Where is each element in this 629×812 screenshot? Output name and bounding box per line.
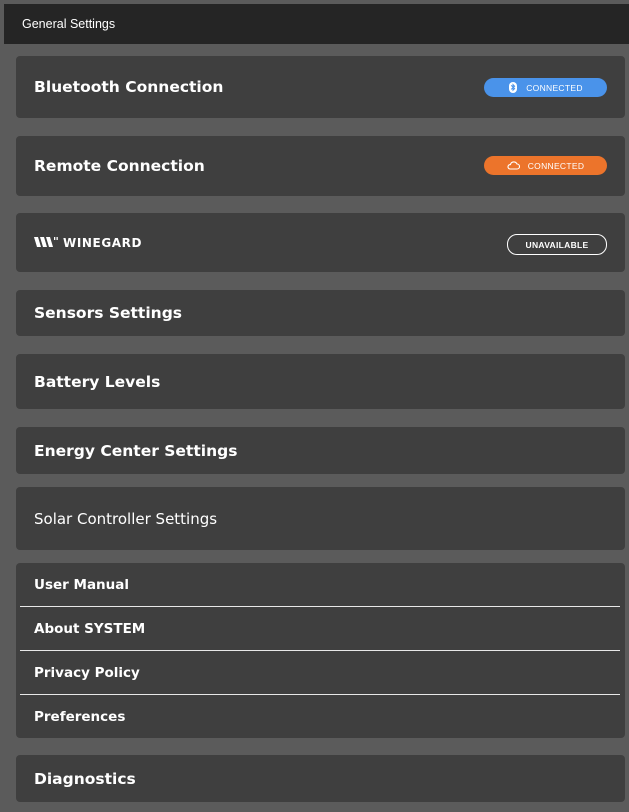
menu-item-preferences[interactable]: Preferences xyxy=(16,695,625,739)
remote-status-text: CONNECTED xyxy=(527,160,585,171)
top-bar: General Settings xyxy=(4,4,629,44)
solar-controller-settings-card[interactable]: Solar Controller Settings xyxy=(16,487,625,550)
info-menu-group: User Manual About SYSTEM Privacy Policy … xyxy=(16,563,625,738)
energy-center-settings-label: Energy Center Settings xyxy=(34,441,238,460)
menu-item-label: Preferences xyxy=(34,709,126,725)
battery-levels-card[interactable]: Battery Levels xyxy=(16,354,625,409)
sensors-settings-label: Sensors Settings xyxy=(34,304,183,322)
bluetooth-connection-label: Bluetooth Connection xyxy=(34,78,224,96)
remote-connection-card[interactable]: Remote Connection CONNECTED xyxy=(16,136,625,196)
menu-item-about-system[interactable]: About SYSTEM xyxy=(16,607,625,651)
remote-connection-label: Remote Connection xyxy=(34,157,205,175)
menu-item-label: Privacy Policy xyxy=(34,665,140,681)
bluetooth-status-text: CONNECTED xyxy=(526,82,583,93)
menu-item-privacy-policy[interactable]: Privacy Policy xyxy=(16,651,625,695)
winegard-status-text: UNAVAILABLE xyxy=(525,239,589,250)
cloud-icon xyxy=(507,161,520,170)
battery-levels-label: Battery Levels xyxy=(34,372,161,391)
sensors-settings-card[interactable]: Sensors Settings xyxy=(16,290,625,336)
page-title: General Settings xyxy=(22,17,116,31)
menu-item-label: About SYSTEM xyxy=(34,621,146,637)
winegard-logo-icon xyxy=(34,233,60,252)
menu-item-label: User Manual xyxy=(34,577,130,593)
solar-controller-settings-label: Solar Controller Settings xyxy=(34,509,218,528)
energy-center-settings-card[interactable]: Energy Center Settings xyxy=(16,427,625,474)
bluetooth-icon xyxy=(508,82,518,93)
winegard-logo: WINEGARD xyxy=(34,233,142,252)
bluetooth-status-badge: CONNECTED xyxy=(484,78,607,97)
winegard-status-badge: UNAVAILABLE xyxy=(507,234,607,255)
winegard-card[interactable]: WINEGARD UNAVAILABLE xyxy=(16,213,625,272)
winegard-brand-text: WINEGARD xyxy=(63,235,143,250)
bluetooth-connection-card[interactable]: Bluetooth Connection CONNECTED xyxy=(16,56,625,118)
remote-status-badge: CONNECTED xyxy=(484,156,607,175)
diagnostics-card[interactable]: Diagnostics xyxy=(16,755,625,802)
settings-page: General Settings Bluetooth Connection CO… xyxy=(0,0,629,812)
diagnostics-label: Diagnostics xyxy=(34,769,136,788)
menu-item-user-manual[interactable]: User Manual xyxy=(16,563,625,607)
